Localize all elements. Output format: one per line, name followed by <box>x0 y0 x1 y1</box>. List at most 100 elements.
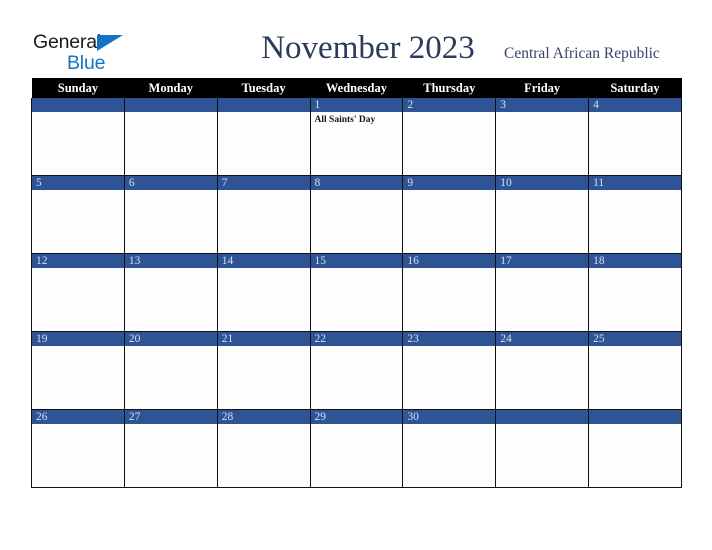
day-number: 28 <box>217 410 310 424</box>
day-events <box>218 112 310 172</box>
calendar-day-cell[interactable]: 15 <box>309 253 404 332</box>
day-events <box>403 112 495 172</box>
day-number: 9 <box>403 176 496 190</box>
day-number: 12 <box>32 254 124 268</box>
day-number <box>589 410 681 424</box>
calendar-day-cell[interactable] <box>495 409 590 488</box>
calendar-week-row: 1 All Saints' Day 2 3 4 <box>31 98 682 176</box>
day-number: 10 <box>496 176 589 190</box>
calendar-day-cell[interactable]: 30 <box>402 409 497 488</box>
day-events <box>589 424 681 484</box>
day-number: 5 <box>32 176 124 190</box>
calendar-day-cell[interactable]: 10 <box>495 175 590 254</box>
day-events <box>32 424 124 484</box>
calendar-day-cell[interactable]: 5 <box>31 175 125 254</box>
calendar-day-cell[interactable]: 9 <box>402 175 497 254</box>
day-events <box>403 424 495 484</box>
logo-text-general: General <box>33 31 101 53</box>
calendar-week-row: 12 13 14 15 16 17 18 <box>31 253 682 332</box>
day-number: 29 <box>310 410 403 424</box>
day-number: 7 <box>217 176 310 190</box>
day-of-week-sunday: Sunday <box>31 78 125 98</box>
calendar-day-cell[interactable]: 28 <box>216 409 311 488</box>
triangle-icon <box>97 35 123 51</box>
day-number: 17 <box>496 254 589 268</box>
general-blue-logo: General Blue <box>33 31 143 75</box>
calendar-day-cell[interactable]: 2 <box>402 98 497 176</box>
calendar-page: General Blue November 2023 Central Afric… <box>0 0 712 550</box>
calendar-day-cell[interactable]: 24 <box>495 331 590 410</box>
day-of-week-wednesday: Wednesday <box>310 78 403 98</box>
day-events <box>496 268 588 328</box>
day-of-week-monday: Monday <box>124 78 218 98</box>
day-number <box>32 98 124 112</box>
calendar-day-cell[interactable]: 19 <box>31 331 125 410</box>
calendar-day-cell[interactable] <box>588 409 682 488</box>
day-number: 18 <box>589 254 681 268</box>
day-events <box>496 190 588 250</box>
logo-text-blue: Blue <box>67 52 106 74</box>
day-number: 25 <box>589 332 681 346</box>
day-events <box>125 190 217 250</box>
calendar-day-cell[interactable]: 6 <box>123 175 218 254</box>
day-events: All Saints' Day <box>311 112 403 172</box>
calendar-day-cell[interactable]: 12 <box>31 253 125 332</box>
country-label: Central African Republic <box>504 45 660 62</box>
calendar-day-cell[interactable]: 1 All Saints' Day <box>309 98 404 176</box>
calendar-day-cell[interactable]: 17 <box>495 253 590 332</box>
day-number: 26 <box>32 410 124 424</box>
calendar-day-cell[interactable]: 23 <box>402 331 497 410</box>
day-of-week-thursday: Thursday <box>402 78 496 98</box>
calendar-week-row: 5 6 7 8 9 10 11 <box>31 175 682 254</box>
day-number: 2 <box>403 98 496 112</box>
calendar-day-cell[interactable]: 29 <box>309 409 404 488</box>
day-number: 19 <box>32 332 124 346</box>
day-number <box>124 98 217 112</box>
day-events <box>311 424 403 484</box>
calendar-day-cell[interactable]: 8 <box>309 175 404 254</box>
day-events <box>311 268 403 328</box>
calendar-day-cell[interactable]: 16 <box>402 253 497 332</box>
day-events <box>32 346 124 406</box>
day-of-week-header-row: Sunday Monday Tuesday Wednesday Thursday… <box>31 78 682 98</box>
day-events <box>311 190 403 250</box>
calendar-day-cell[interactable]: 26 <box>31 409 125 488</box>
page-title: November 2023 <box>261 30 475 66</box>
calendar-day-cell[interactable]: 4 <box>588 98 682 176</box>
calendar-day-cell[interactable]: 3 <box>495 98 590 176</box>
calendar-day-cell[interactable]: 21 <box>216 331 311 410</box>
day-events <box>496 112 588 172</box>
calendar-day-cell[interactable]: 14 <box>216 253 311 332</box>
day-number: 6 <box>124 176 217 190</box>
day-number: 14 <box>217 254 310 268</box>
calendar-day-cell[interactable]: 13 <box>123 253 218 332</box>
day-events <box>218 424 310 484</box>
calendar-day-cell[interactable]: 11 <box>588 175 682 254</box>
day-of-week-friday: Friday <box>495 78 589 98</box>
day-number: 15 <box>310 254 403 268</box>
calendar-day-cell[interactable]: 18 <box>588 253 682 332</box>
day-number: 16 <box>403 254 496 268</box>
day-events <box>125 268 217 328</box>
day-events <box>218 346 310 406</box>
day-events <box>403 268 495 328</box>
day-events <box>496 346 588 406</box>
day-events <box>589 190 681 250</box>
day-events <box>403 346 495 406</box>
day-events <box>32 190 124 250</box>
day-events <box>589 268 681 328</box>
day-number: 22 <box>310 332 403 346</box>
day-events <box>125 424 217 484</box>
calendar-day-cell[interactable]: 22 <box>309 331 404 410</box>
calendar-day-cell[interactable] <box>216 98 311 176</box>
day-events <box>218 268 310 328</box>
calendar-day-cell[interactable]: 25 <box>588 331 682 410</box>
calendar-day-cell[interactable]: 7 <box>216 175 311 254</box>
calendar-day-cell[interactable]: 27 <box>123 409 218 488</box>
day-number: 8 <box>310 176 403 190</box>
day-number: 1 <box>310 98 403 112</box>
calendar-day-cell[interactable]: 20 <box>123 331 218 410</box>
day-number: 20 <box>124 332 217 346</box>
calendar-day-cell[interactable] <box>123 98 218 176</box>
calendar-day-cell[interactable] <box>31 98 125 176</box>
